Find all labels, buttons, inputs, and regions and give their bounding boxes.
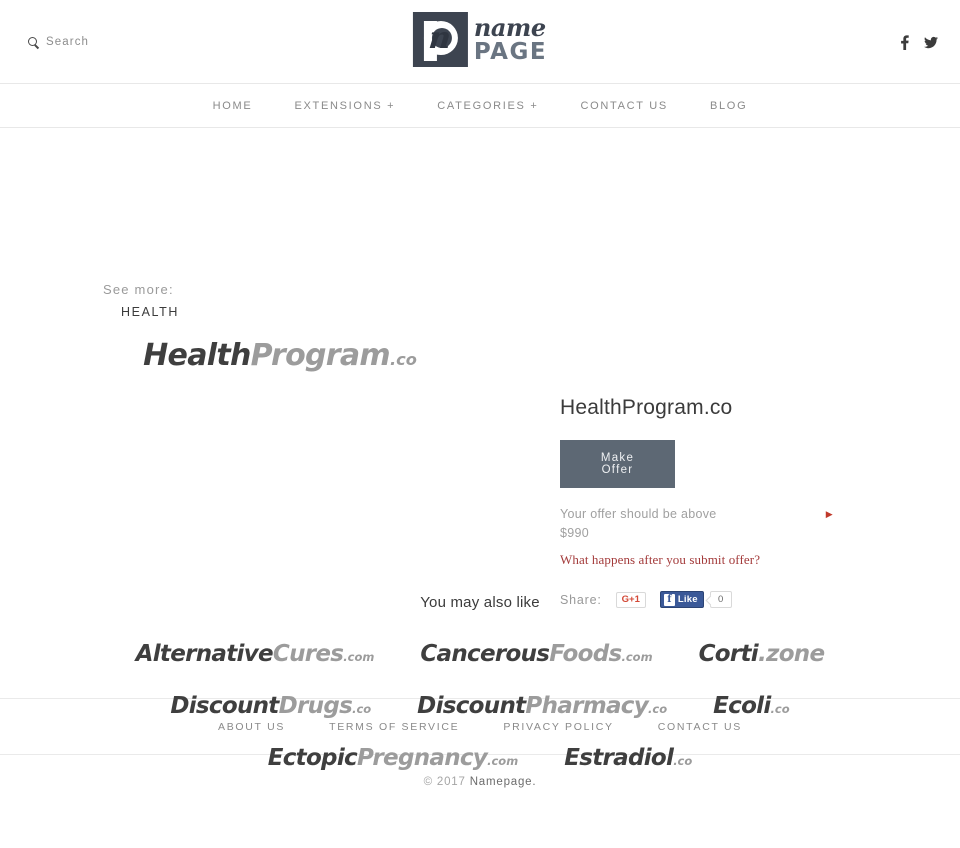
main-content: See more: HEALTH HealthProgram.co Health… — [0, 128, 960, 771]
related-domain-discountdrugs[interactable]: DiscountDrugs.co — [170, 693, 371, 719]
twitter-link[interactable] — [924, 34, 938, 50]
logo-word-name: name — [473, 12, 546, 42]
rel-tld: .com — [621, 650, 653, 664]
rel-light: Cures — [272, 641, 344, 667]
page-title: HealthProgram.co — [560, 396, 733, 419]
rel-dark: Estradiol — [564, 745, 674, 771]
rel-tld: .co — [648, 702, 668, 716]
nav-item-extensions[interactable]: EXTENSIONS + — [273, 100, 416, 112]
what-happens-link[interactable]: What happens after you submit offer? — [560, 550, 775, 569]
rel-tld: .zone — [757, 641, 825, 667]
search-icon — [28, 36, 39, 48]
rel-light: Pregnancy — [356, 745, 488, 771]
wordmark-tld: .co — [389, 350, 417, 369]
related-row: DiscountDrugs.co DiscountPharmacy.co Eco… — [0, 680, 960, 732]
related-domains-list: AlternativeCures.com CancerousFoods.com … — [0, 628, 960, 784]
rel-light: Pharmacy — [525, 693, 649, 719]
facebook-icon — [900, 34, 909, 50]
rel-dark: Discount — [170, 693, 279, 719]
facebook-link[interactable] — [897, 34, 911, 50]
logo-word-page: PAGE — [473, 38, 548, 65]
rel-tld: .co — [770, 702, 790, 716]
rel-dark: Ecoli — [713, 693, 771, 719]
related-domain-cancerousfoods[interactable]: CancerousFoods.com — [420, 641, 652, 667]
rel-dark: Cancerous — [420, 641, 550, 667]
related-domain-alternativecures[interactable]: AlternativeCures.com — [136, 641, 375, 667]
nav-item-blog[interactable]: BLOG — [689, 100, 768, 112]
offer-minimum-note: Your offer should be above $990 ▶ What h… — [560, 505, 833, 569]
rel-tld: .com — [487, 754, 519, 768]
see-more-label: See more: — [103, 282, 174, 297]
offer-panel: HealthProgram.co Make Offer Your offer s… — [560, 396, 910, 608]
rel-tld: .co — [352, 702, 372, 716]
related-section-title: You may also like — [420, 594, 540, 611]
make-offer-button[interactable]: Make Offer — [560, 440, 675, 488]
nav-item-contact-us[interactable]: CONTACT US — [559, 100, 689, 112]
search-input[interactable]: Search — [28, 36, 89, 48]
twitter-icon — [924, 36, 938, 48]
rel-tld: .co — [673, 754, 693, 768]
related-domain-discountpharmacy[interactable]: DiscountPharmacy.co — [417, 693, 667, 719]
offer-note-line1: Your offer should be above — [560, 507, 717, 521]
domain-wordmark: HealthProgram.co — [0, 338, 560, 373]
rel-dark: Alternative — [135, 641, 274, 667]
nav-item-categories[interactable]: CATEGORIES + — [416, 100, 559, 112]
see-more-category-health[interactable]: HEALTH — [121, 302, 179, 322]
rel-light: Drugs — [278, 693, 353, 719]
related-domain-ectopicpregnancy[interactable]: EctopicPregnancy.com — [268, 745, 518, 771]
offer-note-amount: $990 — [560, 526, 590, 540]
related-domain-cortizone[interactable]: Corti.zone — [698, 641, 826, 667]
top-header-bar: Search n name PAGE — [0, 0, 960, 84]
rel-dark: Discount — [417, 693, 526, 719]
site-logo[interactable]: n name PAGE — [412, 12, 548, 67]
related-domain-estradiol[interactable]: Estradiol.co — [564, 745, 692, 771]
search-label: Search — [46, 36, 90, 48]
logo-mark-icon: n — [412, 12, 468, 67]
see-more-block: See more: HEALTH — [103, 280, 179, 322]
rel-dark: Ectopic — [267, 745, 358, 771]
related-row: EctopicPregnancy.com Estradiol.co — [0, 732, 960, 784]
nav-item-home[interactable]: HOME — [192, 100, 274, 112]
rel-tld: .com — [343, 650, 375, 664]
related-domain-ecoli[interactable]: Ecoli.co — [713, 693, 790, 719]
social-links — [897, 34, 938, 50]
related-row: AlternativeCures.com CancerousFoods.com … — [0, 628, 960, 680]
logo-script-n: n — [427, 21, 453, 56]
main-navigation: HOME EXTENSIONS + CATEGORIES + CONTACT U… — [0, 84, 960, 128]
rel-light: Foods — [549, 641, 622, 667]
offer-arrow-icon: ▶ — [825, 509, 833, 519]
wordmark-dark-part: Health — [143, 338, 251, 373]
wordmark-light-part: Program — [250, 338, 391, 373]
rel-dark: Corti — [698, 641, 759, 667]
